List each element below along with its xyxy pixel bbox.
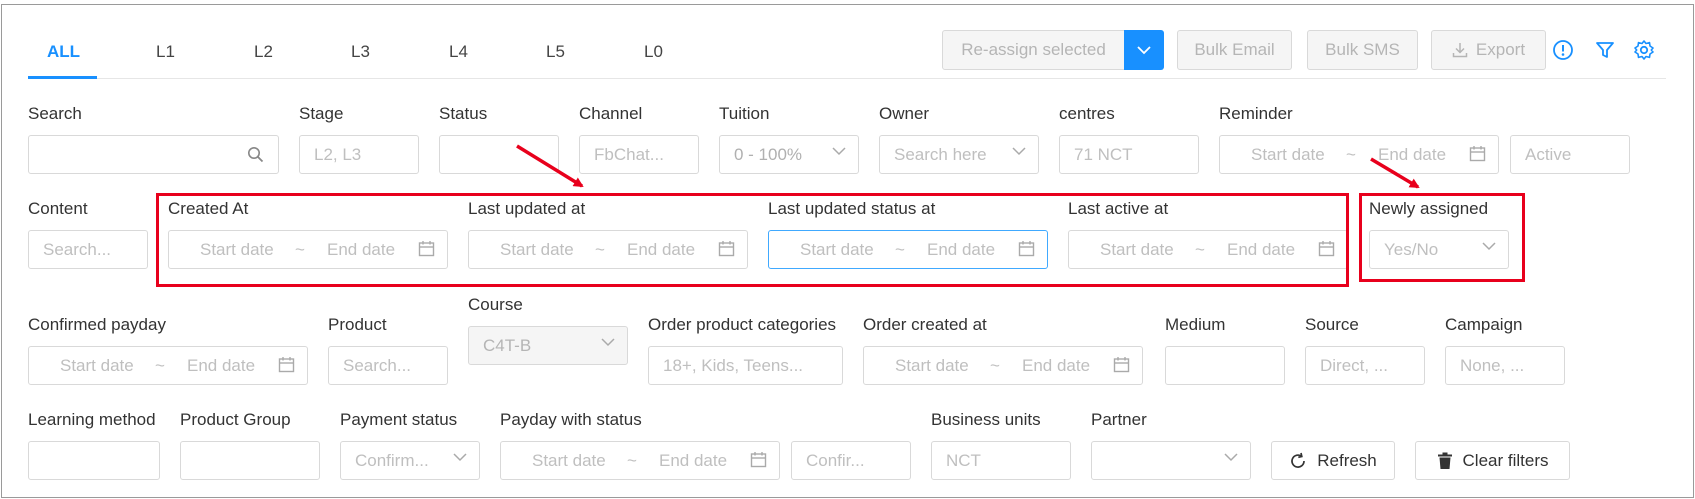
annotation-arrows bbox=[516, 144, 1420, 189]
annotation-arrow-1 bbox=[516, 144, 584, 188]
annotation-arrow-2 bbox=[1370, 157, 1420, 189]
